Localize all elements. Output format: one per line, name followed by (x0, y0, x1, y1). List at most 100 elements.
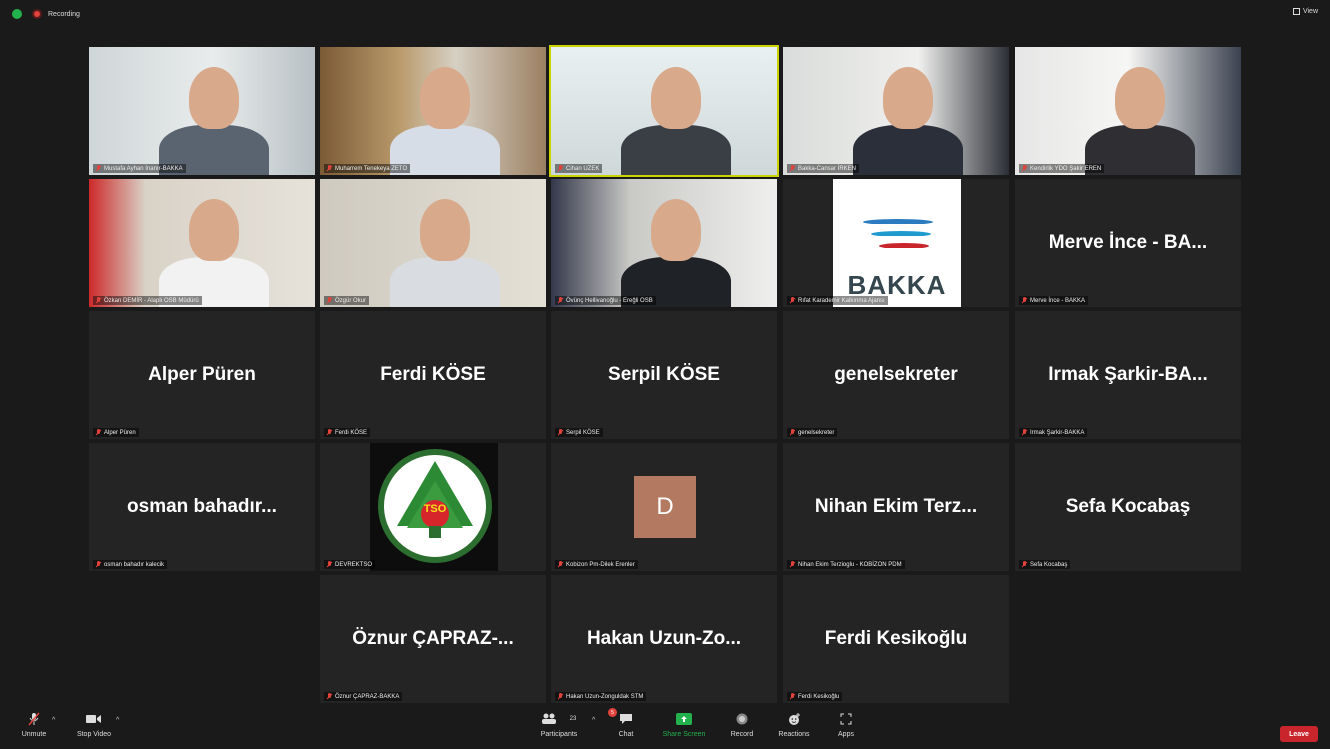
muted-mic-icon (96, 165, 101, 172)
muted-mic-icon (96, 561, 101, 568)
participants-label: Participants (540, 731, 578, 738)
logo-wave (879, 243, 929, 249)
participant-tile[interactable]: BAKKA Rıfat Karademir Kalkınma Ajansı (783, 179, 1009, 307)
muted-mic-icon (1022, 165, 1027, 172)
muted-mic-icon (790, 165, 795, 172)
participant-display-name: Öznur ÇAPRAZ-... (352, 628, 514, 649)
participant-tile[interactable]: Alper Püren Alper Püren (89, 311, 315, 439)
participants-count: 23 (569, 716, 577, 722)
participant-name: Alper Püren (104, 429, 136, 436)
person-head (1115, 67, 1165, 129)
participant-name-label: osman bahadır kalecik (93, 560, 168, 569)
share-screen-icon (676, 711, 692, 727)
smiley-plus-icon (788, 711, 801, 727)
chat-button[interactable]: 5 Chat (596, 708, 656, 738)
participant-tile[interactable]: Özgür Okur (320, 179, 546, 307)
participant-display-name: Nihan Ekim Terz... (814, 496, 978, 517)
unmute-label: Unmute (21, 731, 47, 738)
participant-name-label: Bakka-Cansar İRKEN (787, 164, 860, 173)
participant-name-label: Ferdi KÖSE (324, 428, 371, 437)
reactions-button[interactable]: Reactions (764, 711, 824, 738)
participant-name: Hakan Uzun-Zonguldak STM (566, 693, 644, 700)
participant-tile[interactable]: Özkan DEMİR - Alaplı OSB Müdürü (89, 179, 315, 307)
participant-tile[interactable]: Hakan Uzun-Zo... Hakan Uzun-Zonguldak STM (551, 575, 777, 703)
audio-options-chevron-icon[interactable]: ^ (52, 717, 55, 724)
participant-name-label: Serpil KÖSE (555, 428, 603, 437)
participant-display-name: Sefa Kocabaş (1065, 496, 1191, 517)
participant-video (1015, 47, 1241, 175)
participant-video (89, 179, 315, 307)
participant-display-name: Ferdi KÖSE (380, 364, 486, 385)
participant-name: DEVREKTSO (335, 561, 373, 568)
stop-video-label: Stop Video (76, 731, 112, 738)
participant-name-label: Ferdi Kesikoğlu (787, 692, 843, 701)
participant-tile[interactable]: Sefa Kocabaş Sefa Kocabaş (1015, 443, 1241, 571)
chat-icon: 5 (608, 708, 633, 727)
participant-gallery: Mustafa Ayhan İnanır-BAKKA Muharrem Tenek… (0, 0, 1330, 749)
participant-display-name: genelsekreter (834, 364, 958, 385)
participant-name: Ferdi Kesikoğlu (798, 693, 840, 700)
participant-name-label: genelsekreter (787, 428, 838, 437)
participant-name-label: Hakan Uzun-Zonguldak STM (555, 692, 647, 701)
record-button[interactable]: Record (712, 711, 772, 738)
participants-button[interactable]: 23 Participants (529, 711, 589, 738)
participant-tile[interactable]: Övünç Hellivanoğlu - Ereğli OSB (551, 179, 777, 307)
apps-button[interactable]: Apps (816, 711, 876, 738)
participant-name-label: Özgür Okur (324, 296, 370, 305)
participant-tile[interactable]: Kendirlik YDO Şakir EREN (1015, 47, 1241, 175)
muted-mic-icon (327, 693, 332, 700)
participant-tile[interactable]: D Kobizon Pm-Dilek Erenler (551, 443, 777, 571)
participant-tile[interactable]: Merve İnce - BA... Merve İnce - BAKKA (1015, 179, 1241, 307)
participant-avatar: D (634, 476, 696, 538)
participants-chevron-icon[interactable]: ^ (592, 717, 595, 724)
participant-tile[interactable]: osman bahadır... osman bahadır kalecik (89, 443, 315, 571)
participant-name: Serpil KÖSE (566, 429, 600, 436)
participant-tile[interactable]: genelsekreter genelsekreter (783, 311, 1009, 439)
participant-name: Özgür Okur (335, 297, 367, 304)
participant-display-name: Serpil KÖSE (608, 364, 720, 385)
participant-tile[interactable]: Irmak Şarkir-BA... Irmak Şarkir-BAKKA (1015, 311, 1241, 439)
participant-tile[interactable]: Öznur ÇAPRAZ-... Öznur ÇAPRAZ-BAKKA (320, 575, 546, 703)
meeting-toolbar: Unmute ^ Stop Video ^ 23 Participants ^ … (0, 705, 1330, 749)
participant-name-label: Alper Püren (93, 428, 139, 437)
leave-button[interactable]: Leave (1280, 726, 1318, 742)
person-head (189, 67, 239, 129)
participant-name-label: Rıfat Karademir Kalkınma Ajansı (787, 296, 888, 305)
muted-mic-icon (327, 561, 332, 568)
muted-mic-icon (558, 561, 563, 568)
participant-display-name: Irmak Şarkir-BA... (1048, 364, 1208, 385)
record-label: Record (730, 731, 754, 738)
participant-tile[interactable]: Nihan Ekim Terz... Nihan Ekim Terzioglu -… (783, 443, 1009, 571)
participant-display-name: Ferdi Kesikoğlu (824, 628, 968, 649)
participant-name: Kendirlik YDO Şakir EREN (1030, 165, 1102, 172)
participant-tile[interactable]: Mustafa Ayhan İnanır-BAKKA (89, 47, 315, 175)
participant-name: osman bahadır kalecik (104, 561, 165, 568)
person-head (883, 67, 933, 129)
participant-tile[interactable]: TSO DEVREKTSO (320, 443, 546, 571)
participant-display-name: Merve İnce - BA... (1048, 232, 1208, 253)
participant-tile[interactable]: Cihan UZEK (549, 45, 779, 177)
muted-mic-icon (558, 165, 563, 172)
participant-tile[interactable]: Ferdi Kesikoğlu Ferdi Kesikoğlu (783, 575, 1009, 703)
participant-name: Rıfat Karademir Kalkınma Ajansı (798, 297, 885, 304)
participant-tile[interactable]: Muharrem Tenekeya ZETO (320, 47, 546, 175)
tso-logo-text: TSO (423, 503, 447, 515)
participant-tile[interactable]: Serpil KÖSE Serpil KÖSE (551, 311, 777, 439)
stop-video-button[interactable]: Stop Video (64, 711, 124, 738)
participant-tile[interactable]: Ferdi KÖSE Ferdi KÖSE (320, 311, 546, 439)
unmute-button[interactable]: Unmute (4, 711, 64, 738)
participant-name: Nihan Ekim Terzioglu - KOBİZON PDM (798, 561, 902, 568)
person-head (651, 67, 701, 129)
participant-video (320, 47, 546, 175)
person-body (390, 257, 500, 307)
participant-name-label: Cihan UZEK (555, 164, 603, 173)
participant-tile[interactable]: Bakka-Cansar İRKEN (783, 47, 1009, 175)
person-head (651, 199, 701, 261)
video-options-chevron-icon[interactable]: ^ (116, 717, 119, 724)
muted-mic-icon (28, 711, 40, 727)
share-screen-button[interactable]: Share Screen (654, 711, 714, 738)
person-head (420, 199, 470, 261)
participant-name-label: Irmak Şarkir-BAKKA (1019, 428, 1088, 437)
participant-name-label: Kendirlik YDO Şakir EREN (1019, 164, 1105, 173)
participant-name-label: Sefa Kocabaş (1019, 560, 1071, 569)
